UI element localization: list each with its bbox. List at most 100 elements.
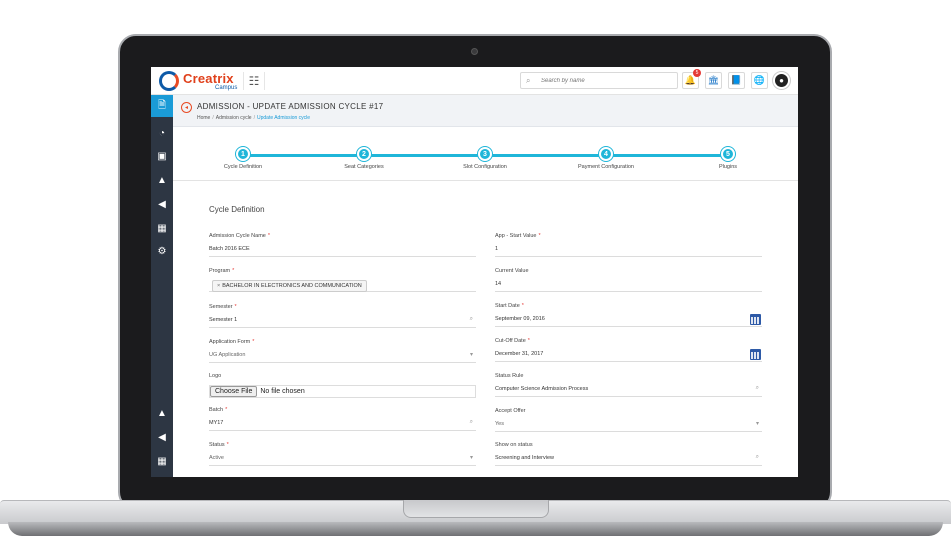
brand-logo[interactable]: Creatrix Campus bbox=[159, 70, 251, 92]
current-value-input[interactable]: 14 bbox=[495, 280, 762, 292]
calendar-icon[interactable] bbox=[750, 314, 761, 325]
settings-cogs-icon[interactable]: ⚙ bbox=[151, 240, 173, 262]
field-label: Current Value bbox=[495, 268, 529, 274]
choose-file-button[interactable]: Choose File bbox=[210, 386, 258, 397]
step-number: 3 bbox=[478, 147, 492, 161]
breadcrumb-home[interactable]: Home bbox=[197, 115, 210, 121]
status-select[interactable]: Active bbox=[209, 454, 476, 466]
cutoff-date-input[interactable]: December 31, 2017 bbox=[495, 350, 762, 362]
step-seat-categories[interactable]: 2 Seat Categories bbox=[324, 147, 404, 170]
brand-name: Creatrix bbox=[183, 71, 234, 86]
field-label: Cut-Off Date * bbox=[495, 338, 530, 344]
dashboard-icon[interactable]: ◔ bbox=[151, 122, 173, 144]
field-show-on-status: Show on status Screening and Interview ⌕ bbox=[495, 442, 762, 470]
app-screen: Creatrix Campus ☷ ⌕ 🔔5 🏛 📘 🌐 ● 🗎 ◔ ▣ ▲ ◀… bbox=[151, 67, 798, 477]
search-box[interactable]: ⌕ bbox=[520, 72, 678, 89]
step-cycle-definition[interactable]: 1 Cycle Definition bbox=[203, 147, 283, 170]
search-icon[interactable]: ⌕ bbox=[756, 385, 759, 392]
field-label: Application Form * bbox=[209, 339, 255, 345]
cycle-definition-form: Cycle Definition Admission Cycle Name * B… bbox=[197, 181, 782, 477]
megaphone-icon[interactable]: ◀ bbox=[151, 193, 173, 215]
back-arrow-icon[interactable]: ◂ bbox=[181, 102, 192, 113]
field-label: Show on status bbox=[495, 442, 533, 448]
wizard-stepper: 1 Cycle Definition 2 Seat Categories 3 S… bbox=[173, 127, 798, 181]
field-application-form: Application Form * UG Application ▾ bbox=[209, 339, 476, 367]
step-label: Plugins bbox=[718, 164, 738, 170]
building-icon[interactable]: ▦ bbox=[151, 217, 173, 239]
field-accept-offer: Accept Offer Yes ▾ bbox=[495, 408, 762, 436]
field-batch: Batch * MY17 ⌕ bbox=[209, 407, 476, 435]
field-admission-cycle-name: Admission Cycle Name * Batch 2016 ECE bbox=[209, 233, 476, 261]
search-icon: ⌕ bbox=[526, 76, 531, 85]
step-label: Slot Configuration bbox=[463, 164, 507, 170]
field-label: Admission Cycle Name * bbox=[209, 233, 270, 239]
document-icon[interactable]: 🗎 bbox=[151, 95, 173, 117]
book-icon[interactable]: 📘 bbox=[728, 72, 745, 89]
file-status: No file chosen bbox=[260, 388, 305, 395]
field-label: Accept Offer bbox=[495, 408, 526, 414]
search-icon[interactable]: ⌕ bbox=[756, 454, 759, 461]
search-icon[interactable]: ⌕ bbox=[470, 419, 473, 426]
step-number: 1 bbox=[236, 147, 250, 161]
step-label: Payment Configuration bbox=[578, 164, 634, 170]
step-number: 2 bbox=[357, 147, 371, 161]
globe-icon[interactable]: 🌐 bbox=[751, 72, 768, 89]
caret-down-icon[interactable]: ▾ bbox=[756, 420, 759, 427]
laptop-base-bottom bbox=[8, 522, 943, 536]
field-label: Status * bbox=[209, 442, 229, 448]
sidebar: 🗎 ◔ ▣ ▲ ◀ ▦ ⚙ ▲ ◀ ▦ bbox=[151, 95, 173, 477]
breadcrumb-admission-cycle[interactable]: Admission cycle bbox=[216, 115, 252, 121]
field-logo: Logo Choose File No file chosen bbox=[209, 373, 476, 401]
admission-cycle-name-input[interactable]: Batch 2016 ECE bbox=[209, 245, 476, 257]
field-program: Program * × BACHELOR IN ELECTRONICS AND CO… bbox=[209, 268, 476, 296]
laptop-notch bbox=[403, 500, 549, 518]
apps-grid-icon[interactable]: ☷ bbox=[243, 72, 265, 90]
search-input[interactable] bbox=[541, 75, 671, 87]
step-label: Seat Categories bbox=[344, 164, 384, 170]
start-date-input[interactable]: September 09, 2016 bbox=[495, 315, 762, 327]
show-on-status-input[interactable]: Screening and Interview bbox=[495, 454, 762, 466]
field-cutoff-date: Cut-Off Date * December 31, 2017 bbox=[495, 338, 762, 366]
batch-input[interactable]: MY17 bbox=[209, 419, 476, 431]
user-icon-bottom[interactable]: ▲ bbox=[151, 402, 173, 424]
program-chip[interactable]: × BACHELOR IN ELECTRONICS AND COMMUNICATI… bbox=[212, 280, 367, 292]
field-label: Start Date * bbox=[495, 303, 524, 309]
user-icon[interactable]: ▲ bbox=[151, 169, 173, 191]
step-payment-configuration[interactable]: 4 Payment Configuration bbox=[566, 147, 646, 170]
field-label: Logo bbox=[209, 373, 222, 379]
field-status-rule: Status Rule Computer Science Admission P… bbox=[495, 373, 762, 401]
step-plugins[interactable]: 5 Plugins bbox=[688, 147, 768, 170]
brand-logo-mark bbox=[159, 71, 179, 91]
semester-input[interactable]: Semester 1 bbox=[209, 316, 476, 328]
search-icon[interactable]: ⌕ bbox=[470, 316, 473, 323]
institution-icon[interactable]: 🏛 bbox=[705, 72, 722, 89]
step-slot-configuration[interactable]: 3 Slot Configuration bbox=[445, 147, 525, 170]
step-number: 4 bbox=[599, 147, 613, 161]
logo-file-input[interactable]: Choose File No file chosen bbox=[209, 385, 476, 398]
user-avatar[interactable]: ● bbox=[773, 72, 790, 89]
step-label: Cycle Definition bbox=[223, 164, 263, 170]
accept-offer-select[interactable]: Yes bbox=[495, 420, 762, 432]
field-current-value: Current Value 14 bbox=[495, 268, 762, 296]
chip-remove-icon[interactable]: × bbox=[217, 283, 220, 289]
megaphone-icon-bottom[interactable]: ◀ bbox=[151, 426, 173, 448]
building-icon-bottom[interactable]: ▦ bbox=[151, 450, 173, 472]
application-form-select[interactable]: UG Application bbox=[209, 351, 476, 363]
step-number: 5 bbox=[721, 147, 735, 161]
notifications-bell-icon[interactable]: 🔔 5 bbox=[682, 69, 701, 89]
section-title: Cycle Definition bbox=[209, 205, 265, 214]
calendar-icon[interactable] bbox=[750, 349, 761, 360]
notification-badge: 5 bbox=[693, 69, 701, 77]
page-title: ADMISSION - UPDATE ADMISSION CYCLE #17 bbox=[197, 102, 384, 111]
archive-icon[interactable]: ▣ bbox=[151, 145, 173, 167]
camera-icon bbox=[471, 48, 478, 55]
field-label: Program * bbox=[209, 268, 235, 274]
field-label: Semester * bbox=[209, 304, 237, 310]
caret-down-icon[interactable]: ▾ bbox=[470, 351, 473, 358]
status-rule-input[interactable]: Computer Science Admission Process bbox=[495, 385, 762, 397]
caret-down-icon[interactable]: ▾ bbox=[470, 454, 473, 461]
field-semester: Semester * Semester 1 ⌕ bbox=[209, 304, 476, 332]
app-start-value-input[interactable]: 1 bbox=[495, 245, 762, 257]
field-start-date: Start Date * September 09, 2016 bbox=[495, 303, 762, 331]
breadcrumb: Home / Admission cycle / Update Admission cy… bbox=[197, 115, 311, 121]
